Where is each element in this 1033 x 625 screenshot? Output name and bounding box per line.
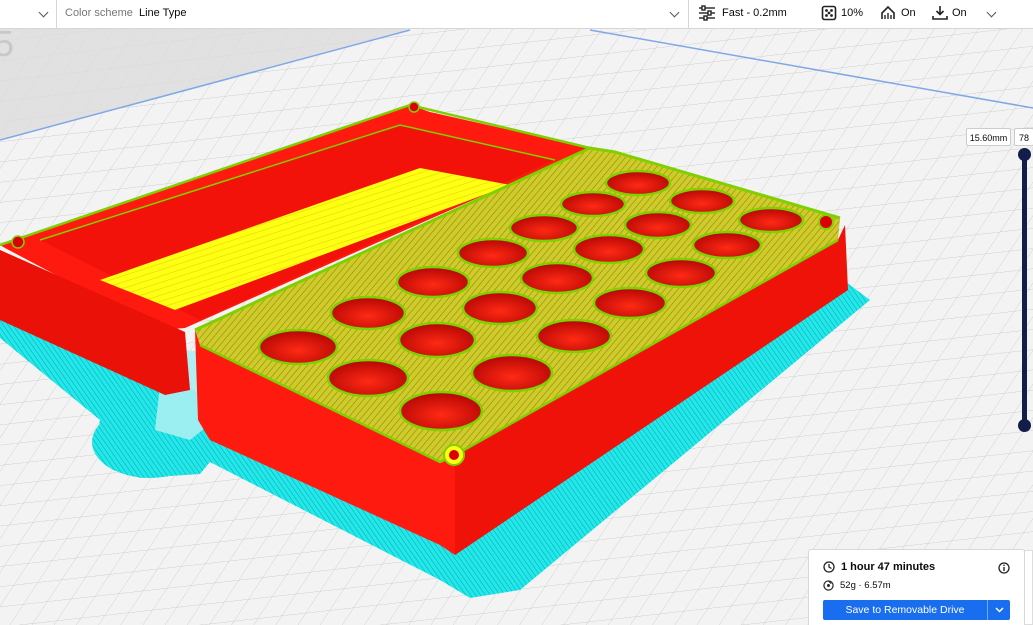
adhesion-icon <box>932 6 948 20</box>
build-plate-viewport[interactable]: 5 <box>0 0 1033 625</box>
color-scheme-selector[interactable]: Color scheme Line Type <box>57 0 689 29</box>
side-panel-edge <box>1024 550 1033 625</box>
infill-icon <box>821 5 837 21</box>
material-usage: 52g · 6.57m <box>840 580 891 591</box>
chevron-down-icon <box>994 607 1004 613</box>
layer-slider-bottom-handle[interactable] <box>1018 419 1031 432</box>
print-info-panel: 1 hour 47 minutes 52g · 6.57m Save to Re… <box>808 549 1025 625</box>
plate-number-label: 5 <box>0 23 14 64</box>
print-settings-selector[interactable]: Fast - 0.2mm 10% On On <box>689 0 1033 29</box>
sliders-icon <box>699 5 715 21</box>
profile-label: Fast - 0.2mm <box>722 7 787 19</box>
layer-number-input[interactable]: 78 <box>1014 128 1033 146</box>
infill-value: 10% <box>841 7 864 19</box>
spool-icon <box>823 580 834 591</box>
layer-slider-track[interactable] <box>1022 152 1027 426</box>
save-options-dropdown[interactable] <box>987 600 1010 620</box>
adhesion-value: On <box>952 7 967 19</box>
layer-slider-top-handle[interactable] <box>1018 148 1031 161</box>
support-value: On <box>901 7 916 19</box>
color-scheme-label: Color scheme <box>65 7 133 19</box>
save-to-removable-drive-button[interactable]: Save to Removable Drive <box>823 600 1010 620</box>
support-icon <box>881 5 895 19</box>
chevron-down-icon <box>986 7 997 18</box>
info-icon[interactable] <box>998 562 1010 574</box>
color-scheme-value: Line Type <box>139 7 187 19</box>
chevron-down-icon <box>38 7 49 18</box>
print-time: 1 hour 47 minutes <box>841 561 936 573</box>
clock-icon <box>823 561 835 573</box>
layer-height-label: 15.60mm <box>966 128 1011 146</box>
chevron-down-icon <box>669 7 680 18</box>
view-options-toggle[interactable] <box>0 0 57 29</box>
save-button-label: Save to Removable Drive <box>845 604 965 616</box>
